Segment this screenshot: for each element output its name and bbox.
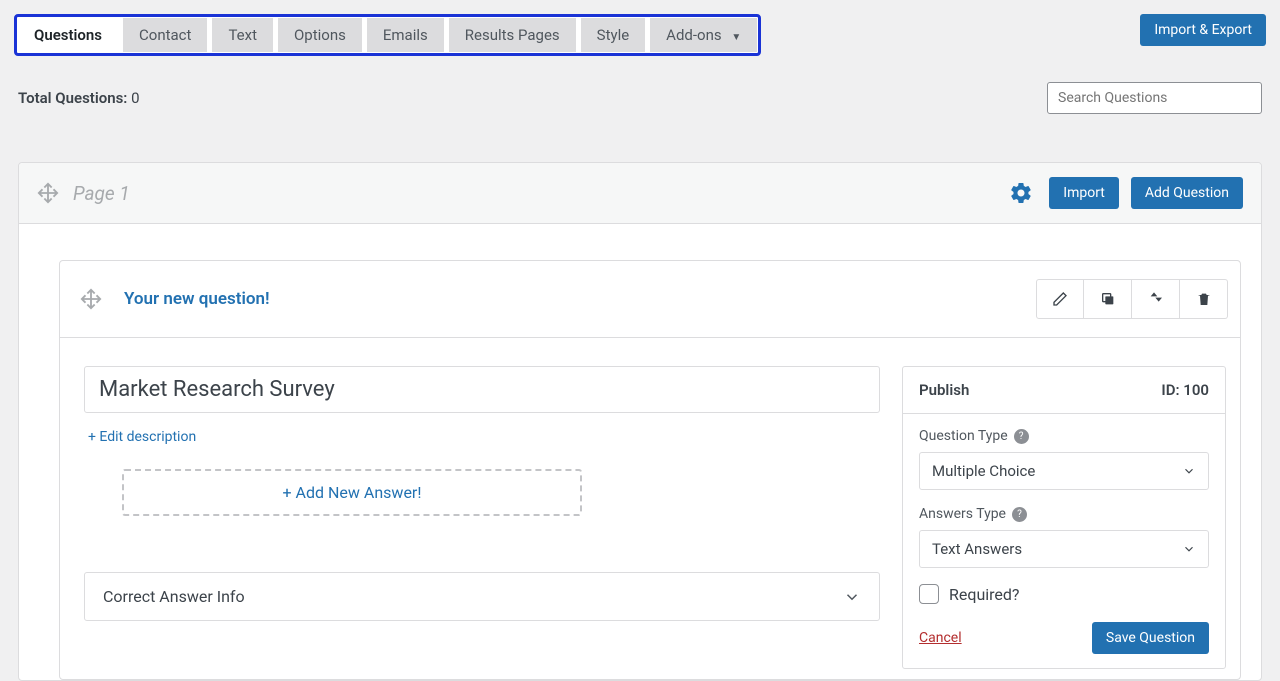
page-settings-button[interactable]: [1005, 177, 1037, 209]
drag-handle-icon[interactable]: [37, 182, 59, 204]
accordion-title: Correct Answer Info: [103, 587, 245, 606]
tab-emails[interactable]: Emails: [367, 18, 444, 52]
correct-answer-accordion[interactable]: Correct Answer Info: [84, 572, 880, 621]
question-drag-handle-icon[interactable]: [80, 288, 102, 310]
answers-type-label: Answers Type ?: [919, 506, 1209, 522]
publish-title: Publish: [919, 381, 969, 399]
total-questions-value: 0: [131, 89, 139, 107]
tabs-nav: Questions Contact Text Options Emails Re…: [18, 18, 757, 52]
question-type-value: Multiple Choice: [932, 462, 1035, 480]
cancel-link[interactable]: Cancel: [919, 630, 962, 646]
add-question-button[interactable]: Add Question: [1131, 177, 1243, 209]
import-export-button[interactable]: Import & Export: [1140, 14, 1266, 46]
chevron-down-icon: [1182, 542, 1196, 556]
question-type-label-text: Question Type: [919, 428, 1008, 444]
tab-questions[interactable]: Questions: [18, 18, 118, 52]
sort-question-button[interactable]: [1132, 279, 1180, 319]
tab-options[interactable]: Options: [278, 18, 362, 52]
chevron-down-icon: [843, 588, 861, 606]
question-type-label: Question Type ?: [919, 428, 1209, 444]
question-actions: [1036, 279, 1228, 319]
question-type-select[interactable]: Multiple Choice: [919, 452, 1209, 490]
answers-type-value: Text Answers: [932, 540, 1022, 558]
edit-question-button[interactable]: [1036, 279, 1084, 319]
import-button[interactable]: Import: [1049, 177, 1119, 209]
publish-body: Question Type ? Multiple Choice Answers …: [903, 414, 1225, 604]
page-header-left: Page 1: [37, 182, 130, 205]
question-main: + Edit description + Add New Answer! Cor…: [84, 366, 880, 669]
sort-icon: [1148, 291, 1164, 307]
gear-icon: [1009, 181, 1033, 205]
help-icon[interactable]: ?: [1012, 507, 1027, 522]
tab-contact[interactable]: Contact: [123, 18, 207, 52]
tab-addons[interactable]: Add-ons ▼: [650, 18, 757, 52]
publish-id: ID: 100: [1161, 381, 1209, 399]
add-answer-button[interactable]: + Add New Answer!: [122, 469, 582, 516]
caret-down-icon: ▼: [731, 32, 741, 43]
sub-bar: Total Questions: 0: [0, 56, 1280, 124]
question-header: Your new question!: [60, 261, 1240, 338]
required-row[interactable]: Required?: [919, 584, 1209, 604]
page-panel: Page 1 Import Add Question Your new ques…: [18, 162, 1262, 681]
page-header: Page 1 Import Add Question: [19, 163, 1261, 224]
answers-type-label-text: Answers Type: [919, 506, 1006, 522]
save-question-button[interactable]: Save Question: [1092, 622, 1209, 654]
top-bar: Questions Contact Text Options Emails Re…: [0, 0, 1280, 56]
pencil-icon: [1052, 291, 1068, 307]
copy-icon: [1100, 291, 1116, 307]
total-questions-label: Total Questions: 0: [18, 89, 140, 107]
tab-text[interactable]: Text: [212, 18, 273, 52]
publish-header: Publish ID: 100: [903, 367, 1225, 414]
delete-question-button[interactable]: [1180, 279, 1228, 319]
publish-sidebar: Publish ID: 100 Question Type ? Multiple…: [902, 366, 1226, 669]
edit-description-link[interactable]: + Edit description: [88, 429, 196, 445]
help-icon[interactable]: ?: [1014, 429, 1029, 444]
publish-footer: Cancel Save Question: [903, 622, 1225, 668]
tab-addons-label: Add-ons: [666, 26, 721, 44]
page-header-right: Import Add Question: [1005, 177, 1243, 209]
page-title: Page 1: [73, 182, 130, 205]
duplicate-question-button[interactable]: [1084, 279, 1132, 319]
question-title-link[interactable]: Your new question!: [124, 289, 270, 309]
question-card: Your new question! + Edit de: [59, 260, 1241, 680]
question-body: + Edit description + Add New Answer! Cor…: [60, 338, 1240, 679]
chevron-down-icon: [1182, 464, 1196, 478]
search-questions-input[interactable]: [1047, 82, 1262, 114]
trash-icon: [1196, 291, 1212, 307]
tab-results-pages[interactable]: Results Pages: [449, 18, 576, 52]
question-text-input[interactable]: [84, 366, 880, 413]
tabs-highlight-frame: Questions Contact Text Options Emails Re…: [14, 14, 761, 56]
required-checkbox[interactable]: [919, 584, 939, 604]
accordion-header: Correct Answer Info: [85, 573, 879, 620]
total-questions-text: Total Questions:: [18, 89, 127, 107]
question-header-left: Your new question!: [80, 288, 270, 310]
required-label: Required?: [949, 585, 1020, 604]
tab-style[interactable]: Style: [581, 18, 646, 52]
answers-type-select[interactable]: Text Answers: [919, 530, 1209, 568]
